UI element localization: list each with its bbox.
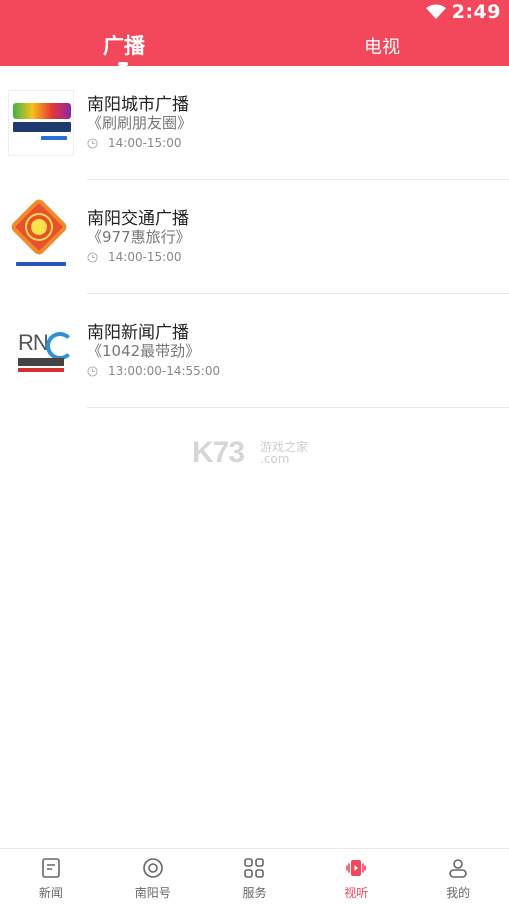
station-time-row: 14:00-15:00 <box>87 250 182 264</box>
clock-icon <box>87 365 98 377</box>
app-header: 2:49 广播 电视 <box>0 0 509 66</box>
news-icon <box>42 857 60 878</box>
station-item[interactable]: RN 南阳新闻广播 《1042最带劲》 13:00:00-14:55:00 <box>0 294 509 408</box>
grid-icon <box>244 857 265 878</box>
watermark-brand: K73 <box>192 436 245 469</box>
traffic-radio-logo <box>6 197 76 272</box>
station-item[interactable]: 南阳交通广播 《977惠旅行》 14:00-15:00 <box>0 180 509 294</box>
nav-mine[interactable]: 我的 <box>407 849 509 905</box>
wifi-icon <box>425 4 446 19</box>
video-audio-icon <box>346 859 367 876</box>
nav-services[interactable]: 服务 <box>204 849 306 905</box>
station-time-row: 13:00:00-14:55:00 <box>87 364 220 378</box>
station-list: 南阳城市广播 《刷刷朋友圈》 14:00-15:00 南阳交通广播 《977惠旅… <box>0 66 509 408</box>
watermark-url: .com <box>260 452 290 466</box>
target-icon <box>142 857 163 878</box>
bottom-nav: 新闻 南阳号 服务 视听 我的 <box>0 848 509 905</box>
station-program: 《1042最带劲》 <box>87 342 201 360</box>
station-program: 《977惠旅行》 <box>87 228 191 246</box>
clock-icon <box>87 137 98 149</box>
city-radio-logo <box>6 88 76 158</box>
station-program: 《刷刷朋友圈》 <box>87 114 193 132</box>
nav-label: 南阳号 <box>134 885 171 900</box>
news-radio-logo: RN <box>6 316 76 386</box>
station-time: 14:00-15:00 <box>108 250 182 264</box>
nav-label: 我的 <box>446 885 471 900</box>
station-time: 13:00:00-14:55:00 <box>108 364 221 378</box>
station-item[interactable]: 南阳城市广播 《刷刷朋友圈》 14:00-15:00 <box>0 66 509 180</box>
nav-label: 服务 <box>242 885 267 900</box>
status-time: 2:49 <box>451 1 501 23</box>
status-bar: 2:49 <box>425 0 501 24</box>
station-time-row: 14:00-15:00 <box>87 136 182 150</box>
divider <box>87 407 509 408</box>
nav-news[interactable]: 新闻 <box>0 849 102 905</box>
nav-label: 新闻 <box>38 885 63 900</box>
tab-tv[interactable]: 电视 <box>364 33 400 59</box>
nav-media[interactable]: 视听 <box>305 849 407 905</box>
station-time: 14:00-15:00 <box>108 136 182 150</box>
clock-icon <box>87 251 98 263</box>
tab-radio[interactable]: 广播 <box>103 30 145 60</box>
profile-icon <box>449 858 467 878</box>
nav-nanyang-hao[interactable]: 南阳号 <box>102 849 204 905</box>
watermark: K73 游戏之家 .com <box>192 436 322 472</box>
nav-label: 视听 <box>344 885 369 900</box>
